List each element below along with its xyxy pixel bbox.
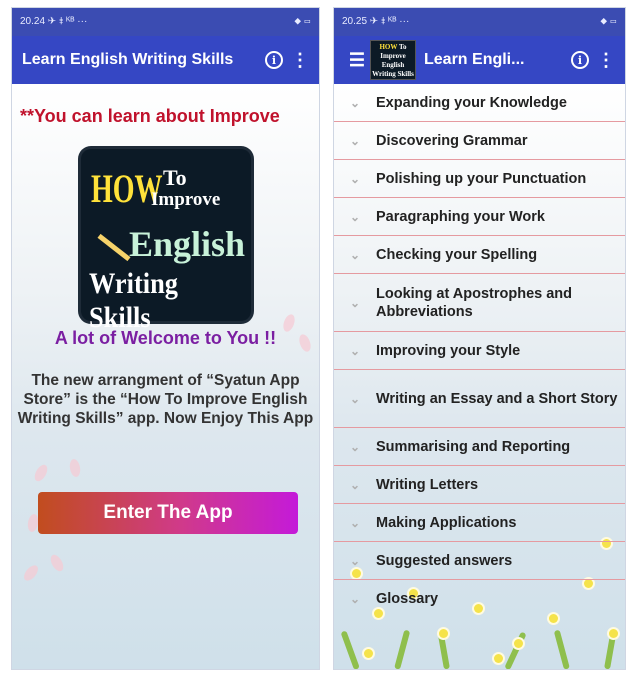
list-item[interactable]: ⌄ Writing an Essay and a Short Story [334,370,625,428]
list-item[interactable]: ⌄ Making Applications [334,504,625,542]
chevron-down-icon: ⌄ [349,343,361,358]
list-item[interactable]: ⌄ Glossary [334,580,625,618]
status-time: 20.25 ✈ ⯒ ᴷᴮ ··· [342,15,410,27]
chevron-down-icon: ⌄ [349,477,361,492]
chevron-down-icon: ⌄ [349,95,361,110]
list-item[interactable]: ⌄ Discovering Grammar [334,122,625,160]
app-logo: HOW To Improve English Writing Skills [81,149,251,334]
chevron-down-icon: ⌄ [349,133,361,148]
welcome-heading: A lot of Welcome to You !! [54,328,277,348]
status-bar: 20.25 ✈ ⯒ ᴷᴮ ··· ⯁ ▭ [334,8,625,36]
chevron-down-icon: ⌄ [349,391,361,406]
list-item[interactable]: ⌄ Writing Letters [334,466,625,504]
info-icon[interactable]: i [567,47,593,73]
page-title: Learn Engli... [424,51,525,68]
status-bar: 20.24 ✈ ⯒ ᴷᴮ ··· ⯁ ▭ [12,8,319,36]
app-description: The new arrangment of “Syatun App Store”… [17,372,314,427]
more-vert-icon[interactable]: ⋮ [287,47,313,73]
app-bar: ☰ HOW To Improve English Writing Skills … [334,36,625,84]
chevron-down-icon: ⌄ [349,209,361,224]
app-bar: Learn English Writing Skills i ⋮ [12,36,319,84]
status-time: 20.24 ✈ ⯒ ᴷᴮ ··· [20,15,88,27]
app-logo-small: HOW To Improve English Writing Skills [370,40,416,80]
list-item[interactable]: ⌄ Polishing up your Punctuation [334,160,625,198]
list-item[interactable]: ⌄ Paragraphing your Work [334,198,625,236]
chevron-down-icon: ⌄ [349,247,361,262]
marquee-text: **You can learn about Improve [20,106,280,126]
list-item[interactable]: ⌄ Checking your Spelling [334,236,625,274]
list-item[interactable]: ⌄ Expanding your Knowledge [334,84,625,122]
chevron-down-icon: ⌄ [349,515,361,530]
battery-icon: ⯁ ▭ [294,16,311,27]
chevron-down-icon: ⌄ [349,295,361,310]
info-icon[interactable]: i [261,47,287,73]
chevron-down-icon: ⌄ [349,439,361,454]
enter-app-button[interactable]: Enter The App [38,492,298,534]
list-item[interactable]: ⌄ Looking at Apostrophes and Abbreviation… [334,274,625,332]
welcome-screen: 20.24 ✈ ⯒ ᴷᴮ ··· ⯁ ▭ Learn English Writi… [11,7,320,670]
chapters-screen: 20.25 ✈ ⯒ ᴷᴮ ··· ⯁ ▭ ☰ HOW To Improve En… [333,7,626,670]
list-item[interactable]: ⌄ Improving your Style [334,332,625,370]
page-title: Learn English Writing Skills [22,51,234,68]
hamburger-icon[interactable]: ☰ [344,47,370,73]
chevron-down-icon: ⌄ [349,553,361,568]
battery-icon: ⯁ ▭ [600,16,617,27]
chevron-down-icon: ⌄ [349,592,361,606]
chapter-list: ⌄ Expanding your Knowledge ⌄ Discovering G… [334,84,625,618]
pen-icon [97,233,131,262]
list-item[interactable]: ⌄ Suggested answers [334,542,625,580]
list-item[interactable]: ⌄ Summarising and Reporting [334,428,625,466]
more-vert-icon[interactable]: ⋮ [593,47,619,73]
chevron-down-icon: ⌄ [349,171,361,186]
